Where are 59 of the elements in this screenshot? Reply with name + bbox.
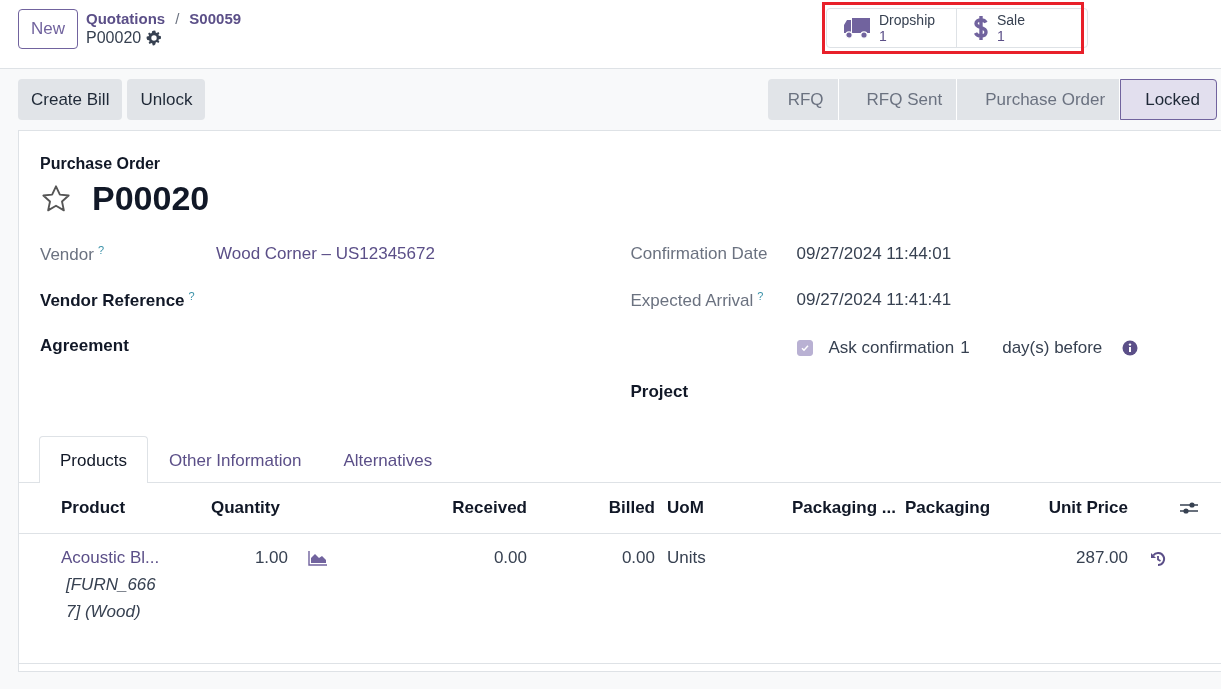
dollar-icon [973,14,989,42]
checkbox[interactable] [796,340,813,356]
field-value-link[interactable]: Wood Corner – US12345672 [216,244,435,264]
smart-button-label: Sale [997,12,1026,28]
history-icon[interactable] [1150,551,1166,567]
truck-icon [843,17,871,39]
product-link[interactable]: Acoustic Bl... [61,544,211,571]
column-header[interactable]: Unit Price [1001,498,1128,518]
field-label: Agreement [40,336,129,355]
field-label: Vendor Reference [40,291,185,311]
table-cell-text: 0.00 [492,548,527,568]
column-header[interactable]: Packaging ... [780,498,893,518]
help-tooltip[interactable]: ? [757,290,764,302]
product-variant: [FURN_6667] (Wood) [64,574,157,623]
tab[interactable]: Alternatives [322,436,454,483]
days-suffix: day(s) before [1002,338,1103,358]
status-stage[interactable]: RFQ [767,79,839,120]
column-header[interactable]: UoM [655,498,780,518]
column-header[interactable]: Billed [527,498,655,518]
settings-icon[interactable] [146,30,163,46]
table-cell-text: 287.00 [1075,548,1128,568]
breadcrumb-link[interactable]: S00059 [189,10,242,27]
table-cell-text: 0.00 [620,548,655,568]
field-label: Vendor [40,245,94,265]
smart-button-count: 1 [879,28,888,44]
tab[interactable]: Products [39,436,149,483]
checkmark-icon [799,343,810,353]
help-tooltip[interactable]: ? [188,290,195,302]
status-stage[interactable]: RFQ Sent [838,79,958,120]
field-value: 09/27/2024 11:44:01 [796,244,952,264]
checkbox-label: Ask confirmation [828,338,955,358]
status-stage[interactable]: Locked [1120,79,1217,120]
column-header[interactable]: Quantity [211,498,288,518]
new-button[interactable]: New [18,9,78,49]
breadcrumb-link[interactable]: Quotations [86,10,166,27]
days-field[interactable]: 1 [960,338,987,358]
table-cell-text: Units [666,548,707,568]
field-label: Project [630,382,689,401]
area-chart-icon[interactable] [308,550,328,566]
info-icon[interactable] [1122,340,1139,356]
record-name: P00020 [86,29,142,47]
record-title: P00020 [92,179,210,218]
column-settings-icon[interactable] [1180,500,1198,516]
column-header[interactable]: Received [340,498,527,518]
field-label: Expected Arrival [630,291,754,311]
help-tooltip[interactable]: ? [97,244,104,256]
smart-button-count: 1 [997,28,1006,44]
table-cell-text: 1.00 [253,548,288,568]
field-label: Confirmation Date [630,244,768,263]
field-value: 09/27/2024 11:41:41 [796,290,952,310]
tab[interactable]: Other Information [148,436,323,483]
form-caption: Purchase Order [39,155,162,173]
smart-button-label: Dropship [879,12,936,28]
smart-button[interactable]: Dropship 1 [827,9,957,47]
breadcrumb-separator: / [175,10,180,27]
action-button[interactable]: Create Bill [18,79,123,120]
column-header[interactable]: Product [61,498,211,518]
action-button[interactable]: Unlock [127,79,206,120]
smart-button[interactable]: Sale 1 [957,9,1087,47]
